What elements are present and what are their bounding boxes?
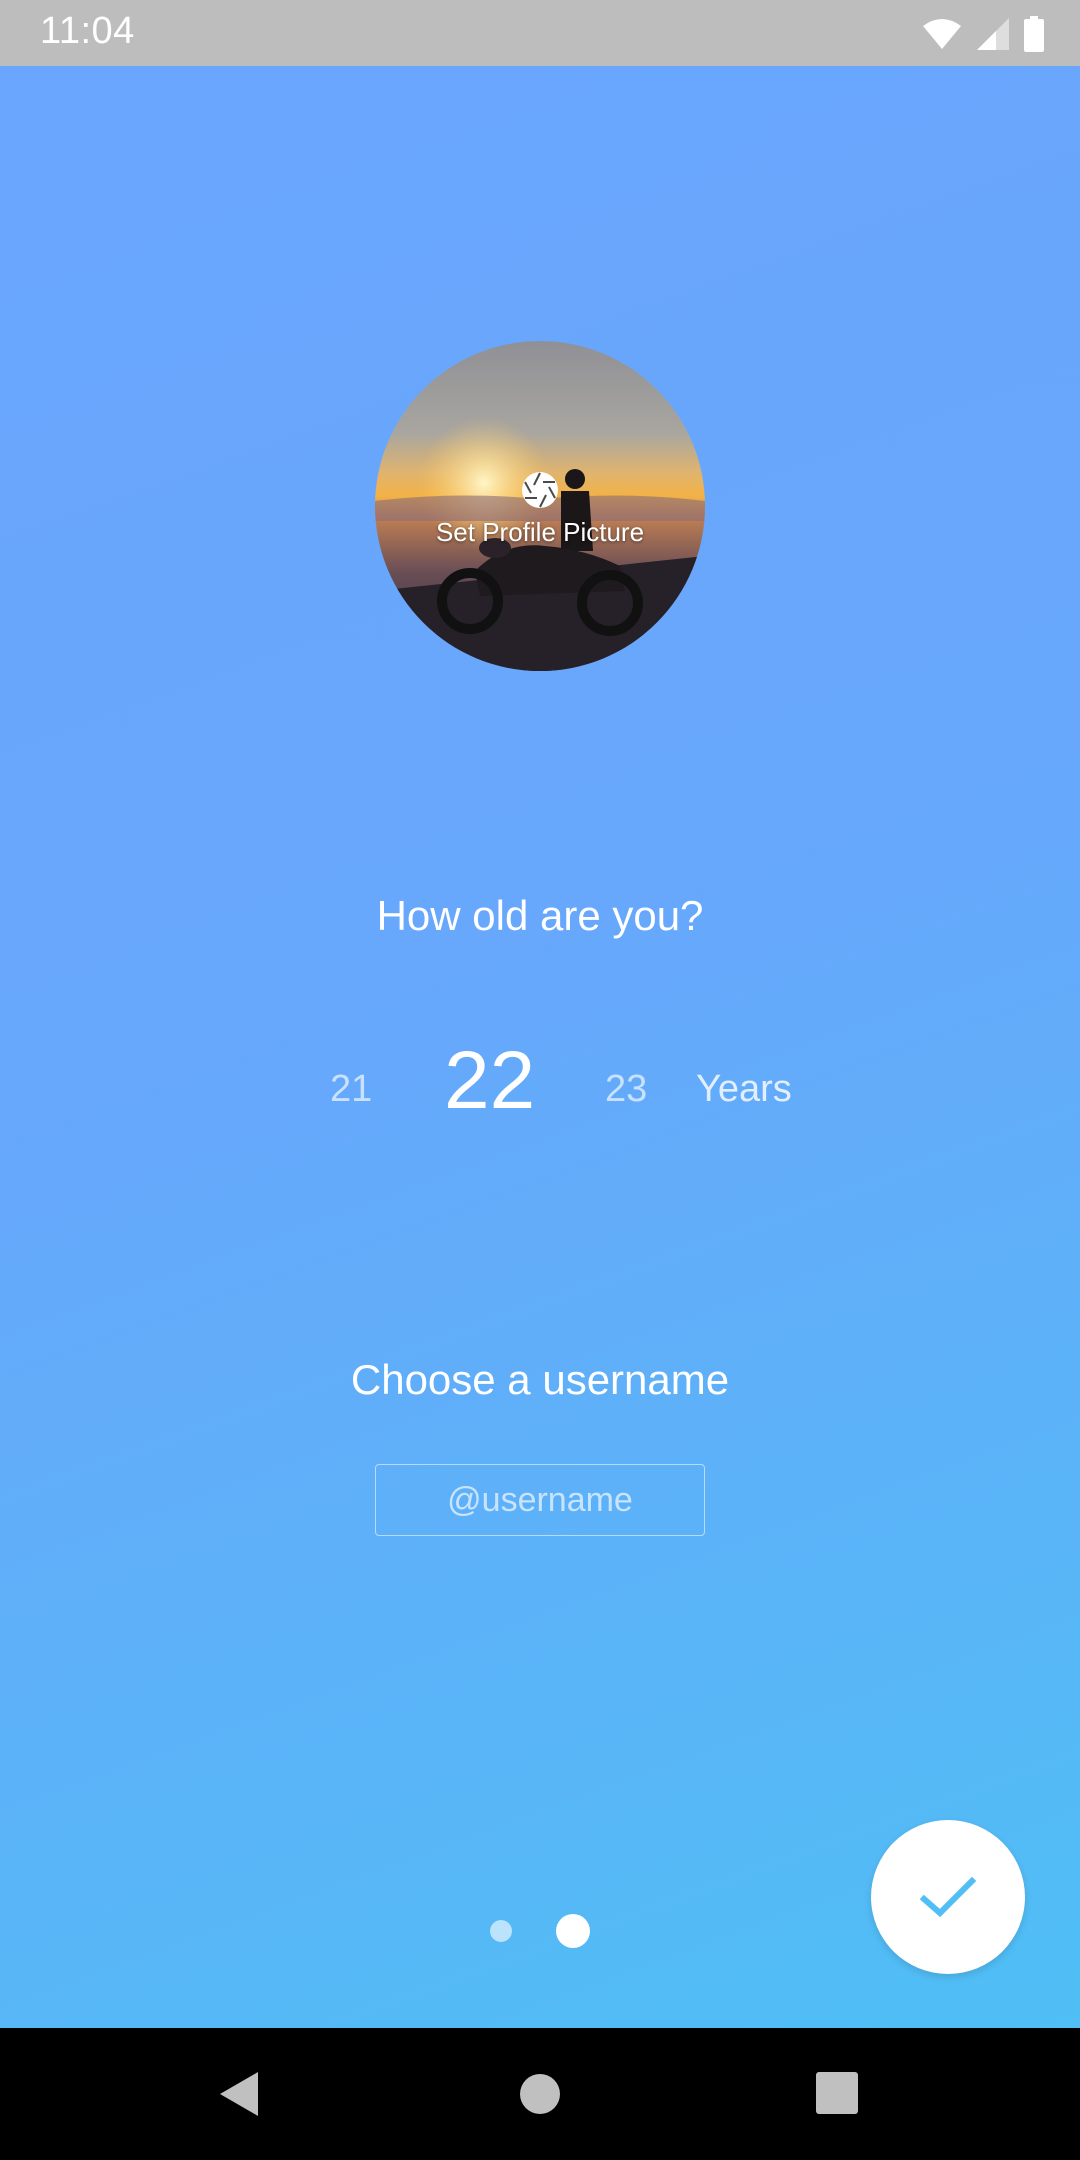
age-option-next[interactable]: 23: [605, 1068, 647, 1111]
wifi-icon: [923, 19, 961, 49]
status-bar: 11:04: [0, 0, 1080, 66]
checkmark-icon: [920, 1876, 976, 1918]
navigation-bar: [0, 2028, 1080, 2160]
age-unit-label: Years: [696, 1068, 792, 1110]
camera-shutter-icon: [522, 472, 558, 508]
page-dot-1[interactable]: [490, 1920, 512, 1942]
set-profile-picture-label: Set Profile Picture: [435, 517, 645, 547]
age-question: How old are you?: [376, 892, 704, 939]
back-icon[interactable]: [210, 2064, 270, 2124]
age-option-selected[interactable]: 22: [444, 1034, 535, 1128]
age-picker[interactable]: 21 22 23 Years: [0, 1034, 1080, 1144]
age-option-prev[interactable]: 21: [330, 1068, 372, 1111]
onboarding-screen: Set Profile Picture How old are you? 21 …: [0, 66, 1080, 2028]
confirm-button[interactable]: [871, 1820, 1025, 1974]
page-dot-2-active[interactable]: [556, 1914, 590, 1948]
profile-picture-button[interactable]: Set Profile Picture: [375, 341, 705, 671]
battery-icon: [1024, 16, 1044, 52]
status-icons: [922, 14, 1044, 54]
home-icon[interactable]: [510, 2064, 570, 2124]
recents-icon[interactable]: [808, 2064, 868, 2124]
username-title: Choose a username: [350, 1356, 730, 1403]
username-input[interactable]: [375, 1464, 705, 1536]
cellular-signal-icon: [977, 18, 1009, 50]
status-time: 11:04: [40, 10, 135, 52]
